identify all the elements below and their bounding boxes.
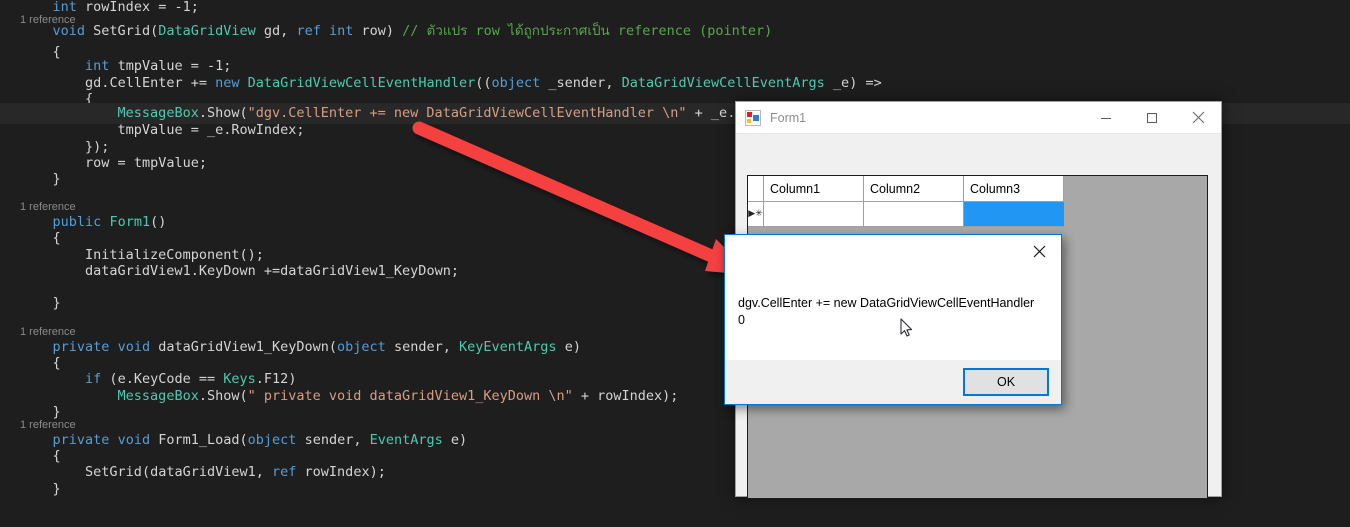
minimize-icon[interactable] [1083,103,1129,133]
column-header-1[interactable]: Column1 [764,176,864,202]
datagridview-header-row: Column1 Column2 Column3 [748,176,1064,202]
table-row[interactable]: ▶✳ [748,202,1064,227]
maximize-icon[interactable] [1129,103,1175,133]
form1-title-text: Form1 [770,110,807,125]
close-icon[interactable] [1017,235,1061,267]
datagridview-grid: Column1 Column2 Column3 ▶✳ [748,176,1064,227]
cell-row0-column3-selected[interactable] [964,202,1064,227]
new-row-marker-icon: ▶✳ [748,208,763,219]
column-header-2[interactable]: Column2 [864,176,964,202]
form1-titlebar[interactable]: Form1 [736,102,1221,134]
message-box-line-2: 0 [738,313,745,327]
message-box-titlebar[interactable] [725,235,1061,269]
message-box-footer: OK [725,360,1061,404]
mouse-cursor-icon [900,318,913,337]
winforms-icon [745,109,761,126]
row-header-new-row-marker[interactable]: ▶✳ [748,202,764,227]
message-box-content: dgv.CellEnter += new DataGridViewCellEve… [725,269,1061,361]
ok-button[interactable]: OK [963,368,1049,396]
message-box-dialog[interactable]: dgv.CellEnter += new DataGridViewCellEve… [724,234,1062,405]
message-box-line-1: dgv.CellEnter += new DataGridViewCellEve… [738,296,1035,310]
cell-row0-column2[interactable] [864,202,964,227]
close-icon[interactable] [1175,103,1221,133]
message-box-text: dgv.CellEnter += new DataGridViewCellEve… [738,295,1048,329]
code-line[interactable]: void SetGrid(DataGridView gd, ref int ro… [0,21,1350,42]
cell-row0-column1[interactable] [764,202,864,227]
corner-header-cell[interactable] [748,176,764,202]
column-header-3[interactable]: Column3 [964,176,1064,202]
